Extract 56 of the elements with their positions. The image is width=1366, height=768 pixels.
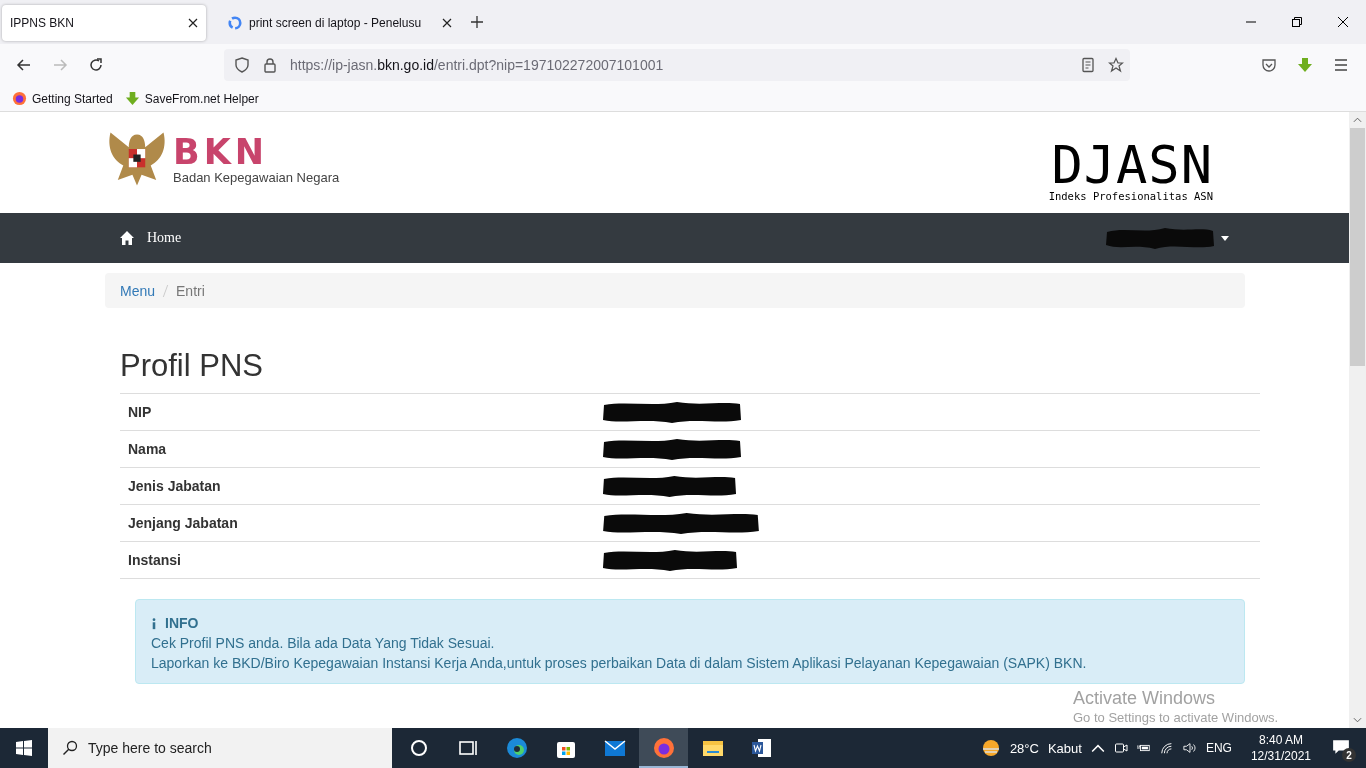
- browser-tab[interactable]: IPPNS BKN: [2, 5, 206, 41]
- back-icon[interactable]: [16, 57, 32, 73]
- menu-icon[interactable]: [1333, 57, 1349, 73]
- notification-count: 2: [1342, 748, 1356, 762]
- close-icon[interactable]: [442, 18, 452, 28]
- breadcrumb-current: Entri: [176, 282, 205, 299]
- bookmark-item[interactable]: SaveFrom.net Helper: [124, 91, 259, 106]
- reload-icon[interactable]: [88, 57, 104, 73]
- activation-subtitle: Go to Settings to activate Windows.: [1073, 710, 1279, 726]
- field-label: Nama: [127, 441, 168, 457]
- download-arrow-icon: [124, 91, 140, 106]
- bookmark-item[interactable]: Getting Started: [12, 91, 113, 106]
- activation-title: Activate Windows: [1073, 689, 1217, 709]
- field-label: Instansi: [127, 552, 182, 568]
- address-bar[interactable]: https://ip-jasn.bkn.go.id/entri.dpt?nip=197102272007101001: [224, 49, 1130, 81]
- field-label: NIP: [127, 404, 153, 420]
- lock-icon: [262, 57, 278, 73]
- firefox-icon[interactable]: [639, 728, 688, 768]
- speaker-icon[interactable]: [1182, 741, 1197, 755]
- scrollbar-thumb[interactable]: [1350, 128, 1365, 366]
- info-heading: INFO: [165, 614, 199, 633]
- home-icon: [119, 230, 135, 246]
- language-indicator[interactable]: ENG: [1205, 741, 1232, 755]
- logo-text: BKN: [173, 134, 270, 170]
- reader-view-icon[interactable]: [1080, 57, 1096, 73]
- star-icon[interactable]: [1108, 57, 1124, 73]
- brand-subtitle: Indeks Profesionalitas ASN: [1048, 189, 1213, 202]
- search-icon: [62, 740, 78, 756]
- wifi-icon[interactable]: [1159, 741, 1174, 755]
- shield-icon: [234, 57, 250, 73]
- weather-text: Kabut: [1047, 740, 1082, 756]
- pocket-icon[interactable]: [1261, 57, 1277, 73]
- camera-icon[interactable]: [1113, 741, 1128, 755]
- weather-icon: [980, 738, 1001, 758]
- home-link[interactable]: Home: [105, 230, 182, 246]
- info-icon: [151, 617, 157, 630]
- field-label: Jenis Jabatan: [127, 478, 222, 494]
- firefox-icon: [12, 91, 27, 106]
- logo-subtitle: Badan Kepegawaian Negara: [173, 170, 340, 185]
- caret-icon: [1221, 235, 1229, 241]
- breadcrumb-link[interactable]: Menu: [120, 282, 156, 299]
- field-label: Jenjang Jabatan: [127, 515, 239, 531]
- clock[interactable]: 8:40 AM 12/31/2021: [1240, 732, 1321, 764]
- page-title: Profil PNS: [120, 348, 264, 384]
- new-tab-icon[interactable]: [470, 15, 484, 29]
- info-text: Cek Profil PNS anda. Bila ada Data Yang Tidak Sesuai.: [151, 634, 496, 653]
- scroll-up-icon[interactable]: [1353, 117, 1362, 123]
- google-icon: [228, 16, 242, 30]
- browser-tab[interactable]: print screen di laptop - Penelusu: [220, 5, 460, 41]
- taskbar-search-field[interactable]: Type here to search: [48, 728, 392, 768]
- temperature-text: 28°C: [1009, 740, 1039, 756]
- close-icon[interactable]: [188, 18, 198, 28]
- scroll-down-icon[interactable]: [1353, 717, 1362, 723]
- download-arrow-icon[interactable]: [1297, 57, 1313, 73]
- info-text: Laporkan ke BKD/Biro Kepegawaian Instansi Kerja Anda,untuk proses perbaikan Data di dalam Sistem Aplikasi Pelayanan Kepegawaian (SAPK) BKN.: [151, 654, 1088, 673]
- brand-title: DJASN: [1051, 139, 1213, 190]
